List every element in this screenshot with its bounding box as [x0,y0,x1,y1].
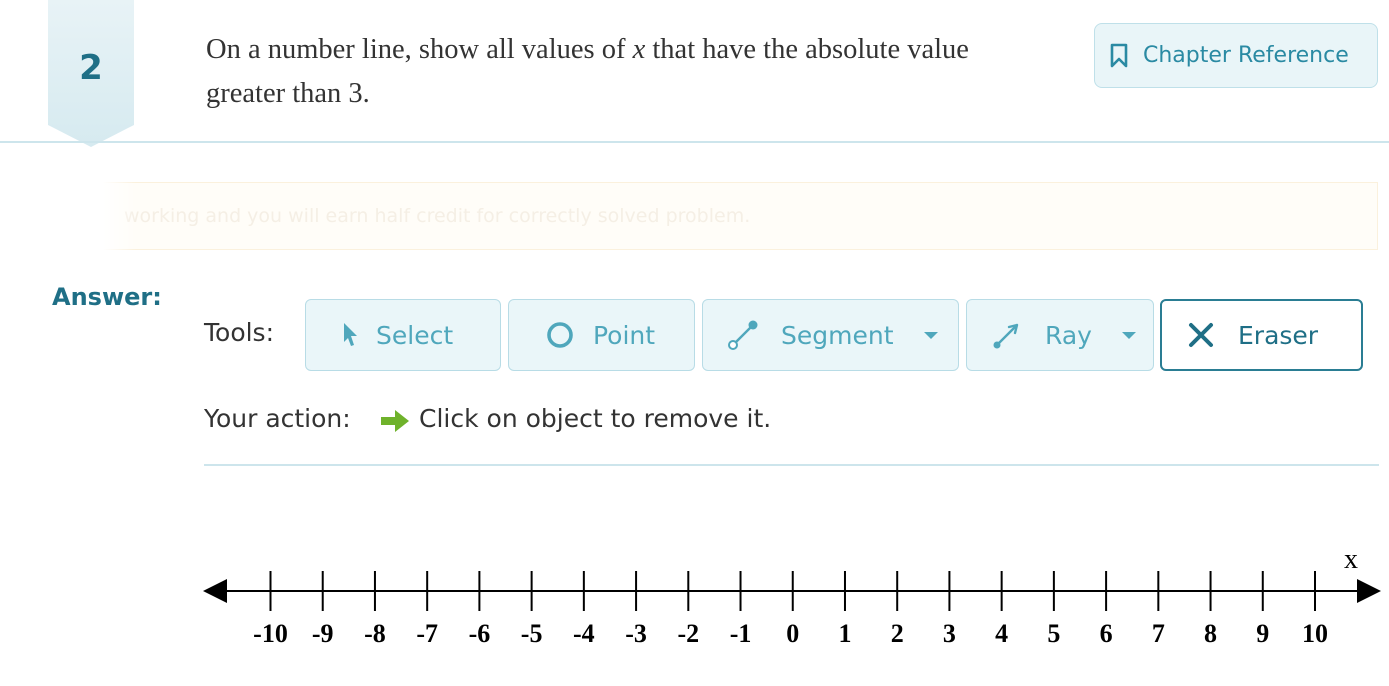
question-variable: x [632,34,646,65]
tick-label: 5 [1047,619,1060,648]
cursor-icon [344,323,357,346]
tick-label: 4 [995,619,1008,648]
tick-label: -2 [677,619,699,648]
tick-label: 3 [943,619,956,648]
tool-ray-button[interactable]: Ray [966,299,1154,371]
chapter-reference-label: Chapter Reference [1143,43,1349,68]
tool-select-button[interactable]: Select [305,299,501,371]
tool-point-label: Point [593,320,656,350]
tool-select-label: Select [376,320,454,350]
tool-eraser-label: Eraser [1238,320,1319,350]
tick-label: -10 [253,619,288,648]
bookmark-icon [1110,43,1128,67]
notice-banner: working and you will earn half credit fo… [26,182,1378,250]
question-text-before: On a number line, show all values of [206,34,633,65]
axis-arrow-left-icon [203,579,227,603]
tick-label: 2 [891,619,904,648]
tools-label: Tools: [204,318,275,347]
tick-label: -7 [416,619,438,648]
tick-label: -4 [573,619,595,648]
question-number-badge: 2 [48,0,134,147]
chevron-down-icon [923,331,938,339]
notice-text: working and you will earn half credit fo… [124,205,751,227]
tick-label: -3 [625,619,647,648]
tick-label: 10 [1302,619,1328,648]
tick-label: -9 [312,619,334,648]
tick-label: 1 [838,619,851,648]
ray-icon [993,323,1019,349]
segment-icon [728,320,758,350]
chapter-reference-button[interactable]: Chapter Reference [1094,23,1378,88]
notice-fade [26,182,136,250]
header-divider [0,141,1389,143]
tool-segment-label: Segment [781,320,894,350]
tool-point-button[interactable]: Point [508,299,695,371]
tick-label: 7 [1152,619,1165,648]
question-text: On a number line, show all values of x t… [206,28,1026,116]
tick-label: 0 [786,619,799,648]
point-icon [547,322,573,348]
tick-label: -8 [364,619,386,648]
tick-label: -6 [469,619,491,648]
close-icon [1189,323,1213,347]
tool-segment-button[interactable]: Segment [702,299,959,371]
chevron-down-icon [1121,331,1136,339]
tool-eraser-button[interactable]: Eraser [1160,299,1363,371]
tool-ray-label: Ray [1045,320,1092,350]
tick-label: -5 [521,619,543,648]
question-number: 2 [79,48,103,88]
axis-arrow-right-icon [1357,579,1381,603]
action-label: Your action: [204,404,351,433]
tick-label: 6 [1100,619,1113,648]
number-line[interactable]: x -10 -9 -8 -7 -6 -5 -4 -3 -2 -1 0 1 2 3 4 5 6 7 8 9 10 [0,520,1389,670]
answer-label: Answer: [52,283,162,311]
tools-divider [204,464,1379,466]
axis-label: x [1344,544,1358,575]
tick-label: 8 [1204,619,1217,648]
tick-label: 9 [1256,619,1269,648]
arrow-right-icon [381,410,409,432]
action-text: Click on object to remove it. [419,404,772,433]
tick-label: -1 [730,619,752,648]
